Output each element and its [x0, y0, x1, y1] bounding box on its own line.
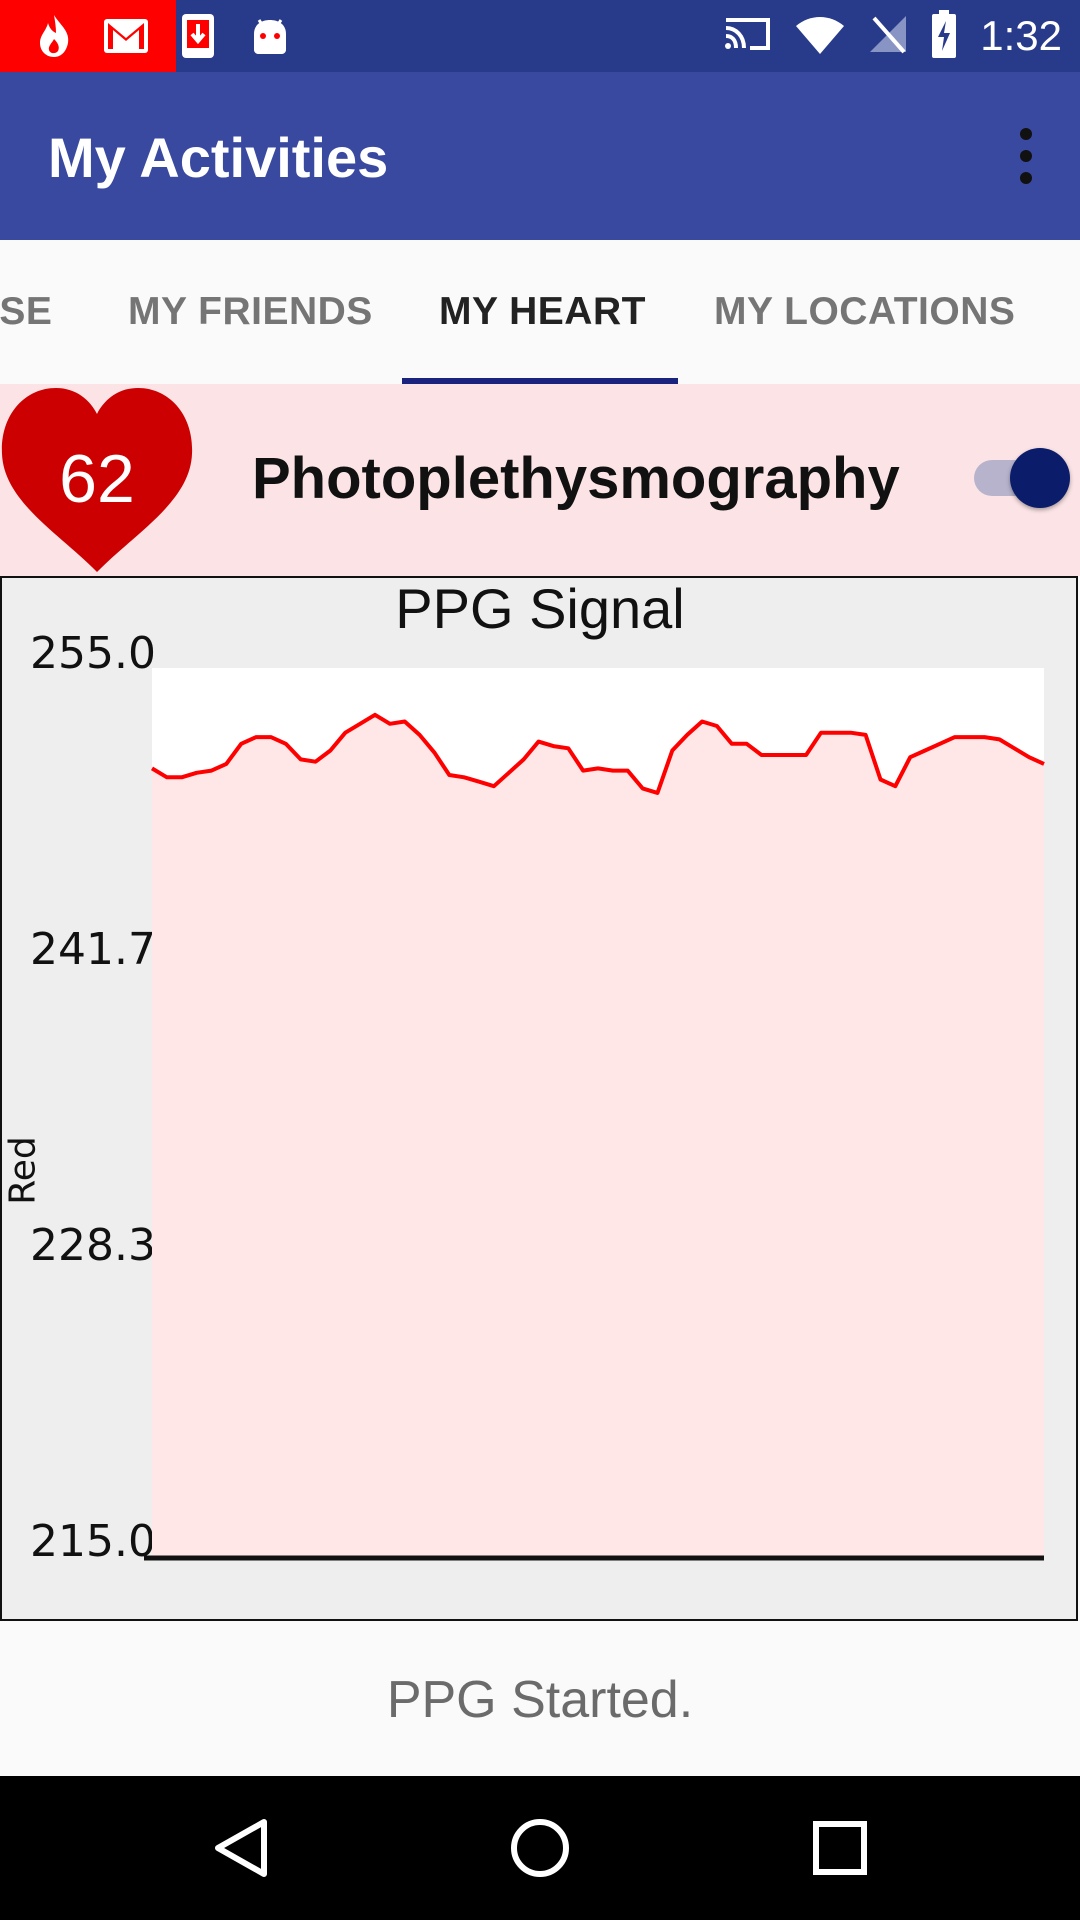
tab-exercise[interactable]: ISE — [0, 240, 52, 384]
tab-my-heart[interactable]: MY HEART — [439, 240, 646, 384]
clock: 1:32 — [980, 12, 1062, 59]
ppg-plot — [144, 668, 1045, 1561]
y-tick-label: 215.0 — [30, 1516, 156, 1567]
y-tick-label: 228.3 — [30, 1220, 156, 1271]
status-message: PPG Started. — [0, 1624, 1080, 1776]
ppg-title: Photoplethysmography — [252, 446, 900, 511]
gmail-icon — [100, 10, 152, 62]
back-icon[interactable] — [210, 1816, 274, 1880]
y-tick-label: 241.7 — [30, 924, 156, 975]
ppg-toggle[interactable] — [1010, 448, 1070, 508]
android-icon — [244, 10, 296, 62]
signal-area — [152, 714, 1044, 1560]
heart-rate-value: 62 — [59, 441, 135, 517]
tab-my-locations[interactable]: MY LOCATIONS — [714, 240, 1015, 384]
more-vert-icon[interactable] — [1008, 128, 1044, 184]
y-axis-label: Red — [2, 1136, 44, 1205]
battery-charging-icon — [930, 9, 958, 64]
status-icons: 1:32 — [722, 0, 1062, 72]
tab-my-friends[interactable]: MY FRIENDS — [128, 240, 373, 384]
cast-icon — [722, 14, 772, 59]
recents-icon[interactable] — [808, 1816, 872, 1880]
tab-bar: ISE MY FRIENDS MY HEART MY LOCATIONS — [0, 240, 1080, 384]
home-icon[interactable] — [508, 1816, 572, 1880]
chart-title: PPG Signal — [395, 577, 685, 640]
y-tick-label: 255.0 — [30, 628, 156, 679]
no-signal-icon — [868, 14, 908, 59]
download-icon — [172, 10, 224, 62]
flame-icon — [28, 10, 80, 62]
wifi-icon — [794, 14, 846, 59]
app-title: My Activities — [48, 126, 389, 189]
